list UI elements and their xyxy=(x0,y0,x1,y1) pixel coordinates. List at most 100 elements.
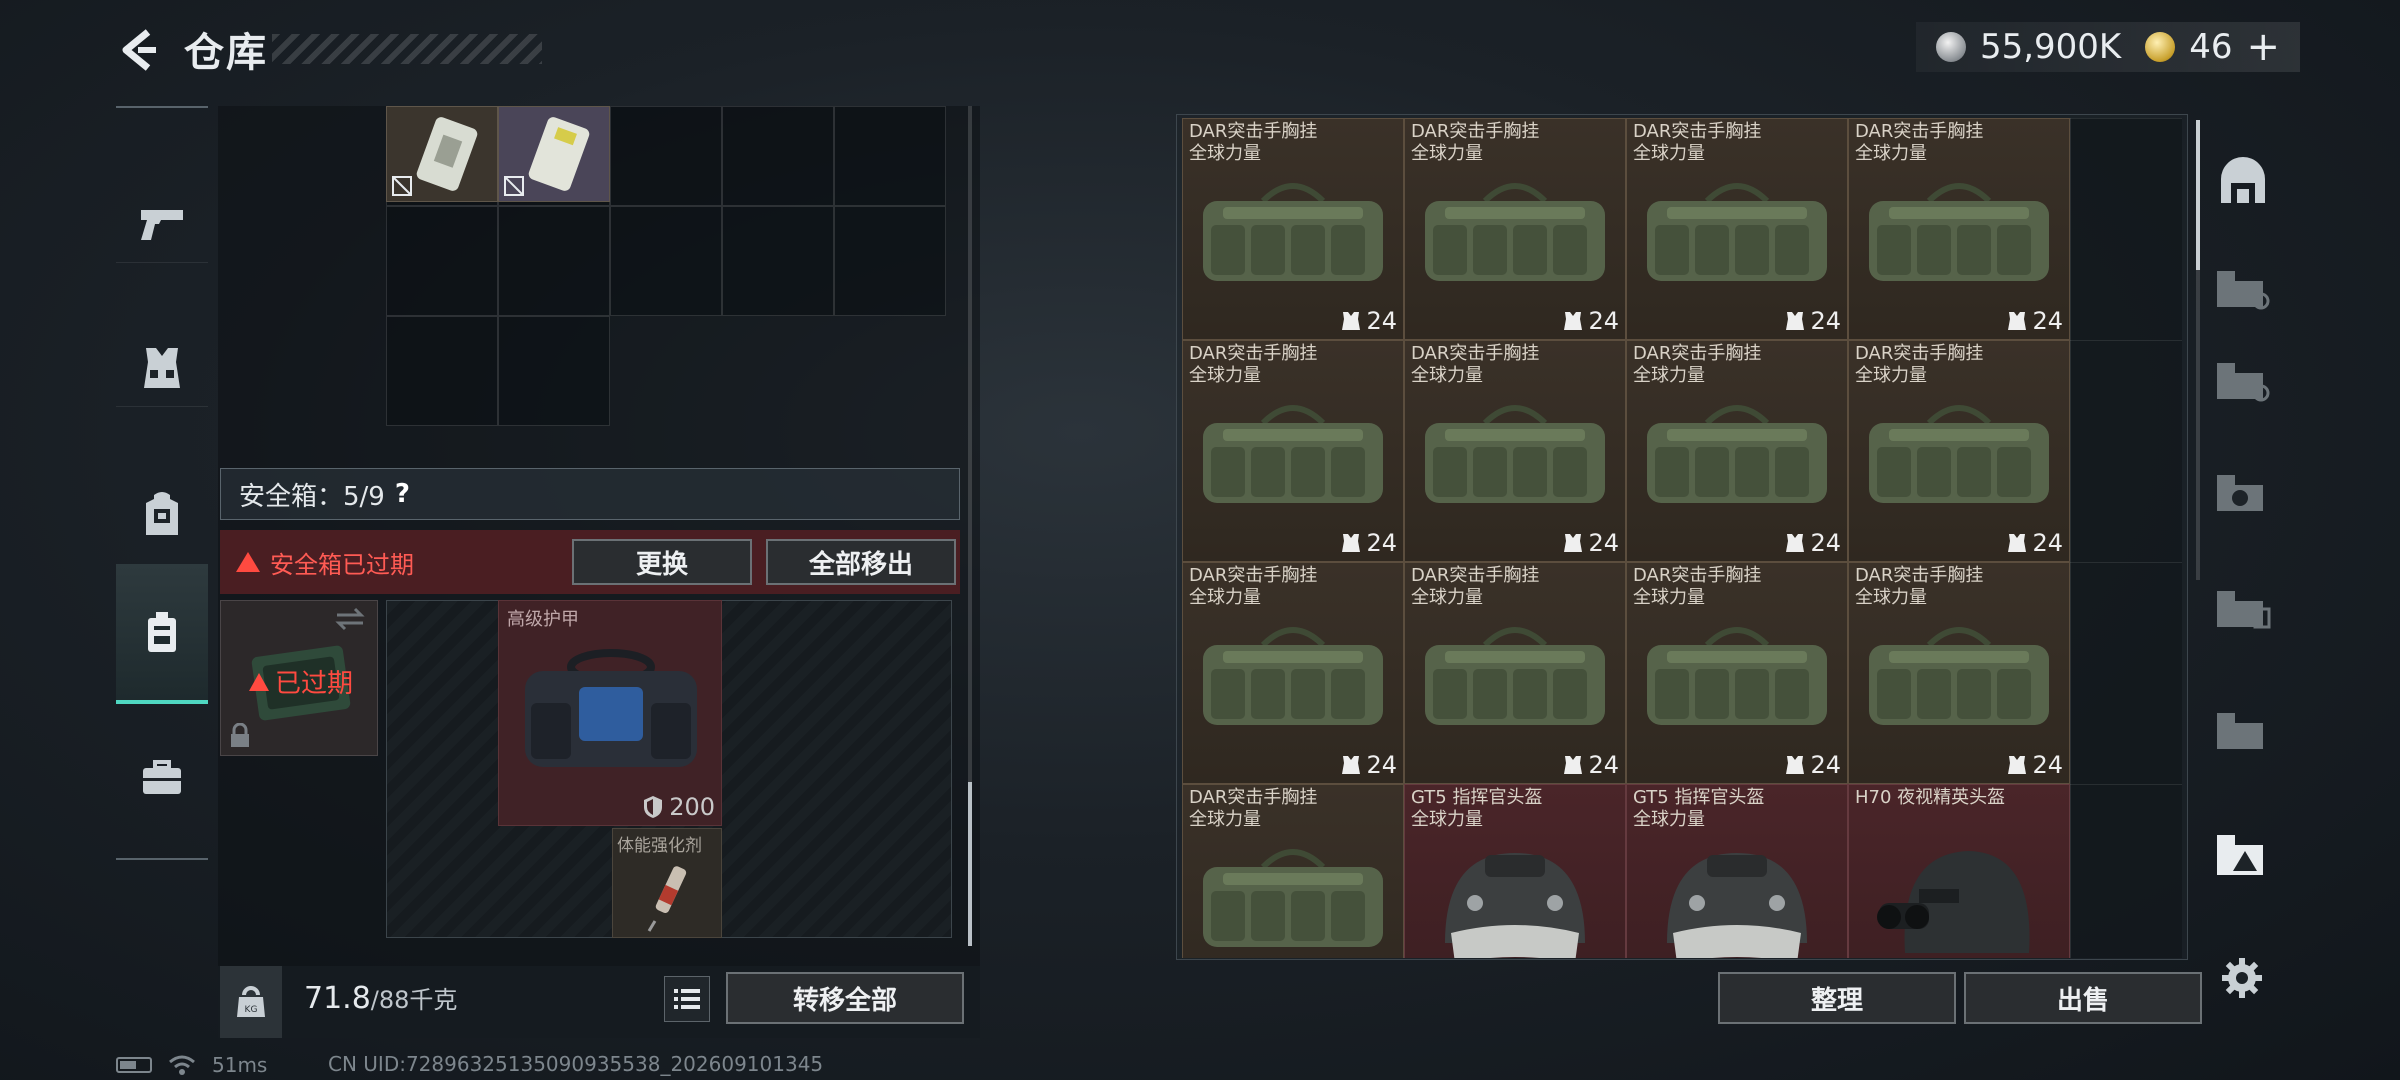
chest-rig-image xyxy=(1869,405,2049,503)
armor-durability-value: 200 xyxy=(669,793,715,821)
storage-folder-icon xyxy=(2217,363,2270,402)
storage-item-tile[interactable]: DAR突击手胸挂 全球力量 24 xyxy=(1626,118,1848,340)
transfer-all-button[interactable]: 转移全部 xyxy=(726,972,964,1024)
storage-item-tile[interactable]: DAR突击手胸挂 全球力量 24 xyxy=(1182,340,1404,562)
storage-item-tile[interactable]: GT5 指挥官头盔 全球力量 xyxy=(1404,784,1626,958)
silver-coin-icon xyxy=(1935,32,1966,62)
storage-item-tile[interactable]: DAR突击手胸挂 全球力量 24 xyxy=(1182,118,1404,340)
storage-tab-6[interactable] xyxy=(2208,820,2278,890)
storage-item-tile[interactable]: DAR突击手胸挂 全球力量 24 xyxy=(1182,562,1404,784)
nav-weapons[interactable] xyxy=(116,154,208,294)
storage-item-name: DAR突击手胸挂 全球力量 xyxy=(1855,565,1983,609)
settings-button[interactable] xyxy=(2214,950,2270,1006)
swap-icon xyxy=(335,607,365,631)
add-currency-button[interactable]: + xyxy=(2246,24,2280,70)
storage-item-subtitle: 全球力量 xyxy=(1855,587,1927,608)
safebox-icon xyxy=(148,612,176,652)
nav-safebox[interactable] xyxy=(116,564,208,704)
storage-tab-2[interactable] xyxy=(2208,346,2278,416)
storage-item-title: DAR突击手胸挂 xyxy=(1189,121,1318,142)
sell-button[interactable]: 出售 xyxy=(1964,972,2202,1024)
chest-rig-image xyxy=(1203,849,1383,947)
chest-rig-image xyxy=(1869,627,2049,725)
storage-item-tile[interactable]: DAR突击手胸挂 全球力量 24 xyxy=(1848,340,2070,562)
grid-cell[interactable] xyxy=(834,106,946,206)
chest-rig-image xyxy=(1203,183,1383,281)
grid-cell[interactable] xyxy=(498,206,610,316)
storage-tab-4[interactable] xyxy=(2208,574,2278,644)
storage-item-name: DAR突击手胸挂 全球力量 xyxy=(1633,565,1761,609)
stim-item-label: 体能强化剂 xyxy=(617,836,702,856)
stim-item[interactable]: 体能强化剂 xyxy=(612,828,722,938)
uid-text: CN UID:7289632513509093​5538_20260910134… xyxy=(328,1052,824,1076)
storage-item-capacity: 24 xyxy=(1786,529,1841,557)
storage-item-subtitle: 全球力量 xyxy=(1411,587,1483,608)
helmet-image xyxy=(1667,853,1807,958)
storage-item-title: GT5 指挥官头盔 xyxy=(1633,787,1765,808)
sort-button[interactable]: 整理 xyxy=(1718,972,1956,1024)
chest-rig-image xyxy=(1203,405,1383,503)
storage-item-subtitle: 全球力量 xyxy=(1189,143,1261,164)
storage-item-tile[interactable]: DAR突击手胸挂 全球力量 24 xyxy=(1404,562,1626,784)
armor-item[interactable]: 高级护甲 200 xyxy=(498,600,722,826)
storage-item-subtitle: 全球力量 xyxy=(1633,143,1705,164)
nav-chest-rig[interactable] xyxy=(116,298,208,438)
storage-item-tile[interactable]: DAR突击手胸挂 全球力量 xyxy=(1182,784,1404,958)
storage-item-capacity-value: 24 xyxy=(1810,529,1841,557)
vest-icon xyxy=(1564,534,1583,552)
replace-button[interactable]: 更换 xyxy=(572,539,752,585)
vest-icon xyxy=(1564,312,1583,330)
small-item-slot[interactable] xyxy=(498,106,610,202)
list-view-button[interactable] xyxy=(664,976,710,1022)
help-icon[interactable]: ? xyxy=(395,479,410,509)
storage-item-capacity-value: 24 xyxy=(2032,529,2063,557)
storage-item-tile[interactable]: GT5 指挥官头盔 全球力量 xyxy=(1626,784,1848,958)
storage-item-name: DAR突击手胸挂 全球力量 xyxy=(1633,121,1761,165)
storage-grid[interactable]: DAR突击手胸挂 全球力量 24 DAR突击手胸挂 全球力量 24 DAR突击手胸挂 全球力量… xyxy=(1182,118,2182,958)
grid-cell[interactable] xyxy=(386,316,498,426)
storage-tab-1[interactable] xyxy=(2208,254,2278,324)
storage-item-subtitle: 全球力量 xyxy=(1855,143,1927,164)
battery-icon xyxy=(116,1057,152,1073)
storage-item-tile[interactable]: DAR突击手胸挂 全球力量 24 xyxy=(1404,118,1626,340)
armor-durability: 200 xyxy=(643,793,715,821)
storage-item-name: GT5 指挥官头盔 全球力量 xyxy=(1411,787,1542,831)
storage-item-tile[interactable]: DAR突击手胸挂 全球力量 24 xyxy=(1848,562,2070,784)
grid-cell[interactable] xyxy=(834,206,946,316)
storage-tab-home[interactable] xyxy=(2208,146,2278,216)
storage-tab-3[interactable] xyxy=(2208,458,2278,528)
storage-box-icon xyxy=(2217,591,2271,629)
storage-item-title: DAR突击手胸挂 xyxy=(1855,565,1984,586)
grid-cell[interactable] xyxy=(722,106,834,206)
inventory-scrollbar[interactable] xyxy=(968,782,972,946)
storage-item-tile[interactable]: H70 夜视精英头盔 xyxy=(1848,784,2070,958)
currency-bar: 55,900K 46 + xyxy=(1915,22,2300,72)
vest-icon xyxy=(1342,312,1361,330)
storage-camera-icon xyxy=(2217,475,2263,511)
storage-item-name: DAR突击手胸挂 全球力量 xyxy=(1189,787,1317,831)
grid-cell[interactable] xyxy=(498,316,610,426)
small-item-slot[interactable] xyxy=(386,106,498,202)
storage-item-capacity-value: 24 xyxy=(1366,529,1397,557)
storage-item-title: GT5 指挥官头盔 xyxy=(1411,787,1543,808)
storage-item-tile[interactable]: DAR突击手胸挂 全球力量 24 xyxy=(1626,562,1848,784)
storage-item-tile[interactable]: DAR突击手胸挂 全球力量 24 xyxy=(1626,340,1848,562)
storage-item-capacity: 24 xyxy=(1342,307,1397,335)
nav-backpack[interactable] xyxy=(116,444,208,584)
move-all-out-button[interactable]: 全部移出 xyxy=(766,539,956,585)
nav-toolbox[interactable] xyxy=(116,708,208,848)
storage-item-subtitle: 全球力量 xyxy=(1633,365,1705,386)
storage-item-tile[interactable]: DAR突击手胸挂 全球力量 24 xyxy=(1848,118,2070,340)
grid-cell[interactable] xyxy=(386,206,498,316)
storage-item-tile[interactable]: DAR突击手胸挂 全球力量 24 xyxy=(1404,340,1626,562)
grid-cell[interactable] xyxy=(610,206,722,316)
grid-cell[interactable] xyxy=(610,106,722,206)
safebox-case-slot[interactable]: 已过期 xyxy=(220,600,378,756)
back-button[interactable] xyxy=(108,22,168,78)
storage-tab-5[interactable] xyxy=(2208,696,2278,766)
storage-item-title: DAR突击手胸挂 xyxy=(1633,343,1762,364)
grid-cell[interactable] xyxy=(722,206,834,316)
armor-bag-image xyxy=(525,649,697,767)
storage-item-title: DAR突击手胸挂 xyxy=(1633,565,1762,586)
vest-icon xyxy=(1342,534,1361,552)
